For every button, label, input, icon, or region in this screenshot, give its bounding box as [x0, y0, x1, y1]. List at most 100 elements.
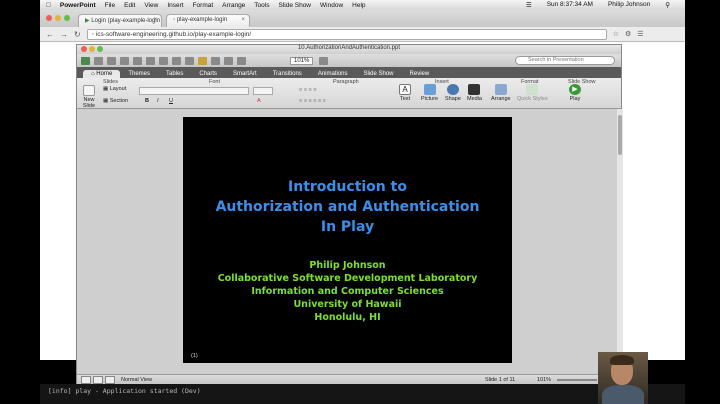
slide-department[interactable]: Information and Computer Sciences	[183, 286, 512, 297]
new-icon[interactable]	[81, 56, 90, 65]
paste-icon[interactable]	[172, 56, 181, 65]
slide-sorter-icon[interactable]	[93, 376, 103, 384]
slide-lab[interactable]: Collaborative Software Development Labor…	[183, 273, 512, 284]
help-icon[interactable]	[319, 56, 329, 65]
slide-city[interactable]: Honolulu, HI	[183, 312, 512, 323]
user-name[interactable]: Philip Johnson	[608, 1, 650, 9]
ppt-minimize-icon[interactable]	[89, 46, 95, 52]
text-button[interactable]: A Text	[399, 84, 411, 102]
terminal-strip: [info] play - Application started (Dev)	[40, 384, 685, 404]
group-label-paragraph: Paragraph	[333, 79, 359, 85]
zoom-select[interactable]: 101%	[290, 56, 314, 65]
font-color-icon[interactable]: A	[257, 98, 261, 104]
menu-app-name[interactable]: PowerPoint	[60, 2, 96, 9]
slide-title-line-2[interactable]: Authorization and Authentication	[183, 199, 512, 215]
open-icon[interactable]	[107, 56, 116, 65]
menu-window[interactable]: Window	[320, 2, 343, 9]
picture-button[interactable]: Picture	[421, 84, 438, 102]
shapes-icon[interactable]	[224, 56, 233, 65]
scrollbar-thumb[interactable]	[618, 115, 622, 155]
layout-button[interactable]: ▦ Layout	[103, 86, 126, 92]
close-tab-icon[interactable]: ×	[241, 17, 245, 23]
ppt-zoom-icon[interactable]	[97, 46, 103, 52]
play-button[interactable]: ▶ Play	[569, 84, 581, 102]
minimize-window-icon[interactable]	[55, 15, 61, 21]
tab-home[interactable]: ⌂ Home	[83, 70, 121, 78]
extension-icon[interactable]: ⚙	[625, 30, 631, 38]
close-tab-icon[interactable]: ×	[153, 17, 157, 23]
menu-file[interactable]: File	[105, 2, 115, 9]
bold-icon[interactable]: B	[145, 98, 149, 104]
menu-format[interactable]: Format	[193, 2, 214, 9]
menu-view[interactable]: View	[144, 2, 158, 9]
copy-icon[interactable]	[159, 56, 168, 65]
print-icon[interactable]	[133, 56, 142, 65]
font-size-select[interactable]	[253, 87, 273, 95]
star-icon[interactable]: ☆	[613, 30, 619, 38]
tab-transitions[interactable]: Transitions	[265, 70, 310, 78]
slide-title-line-1[interactable]: Introduction to	[183, 179, 512, 195]
underline-icon[interactable]: U	[169, 98, 173, 104]
font-name-select[interactable]	[139, 87, 249, 95]
ppt-close-icon[interactable]	[81, 46, 87, 52]
browser-tab-login[interactable]: ▶ Login (play-example-login ×	[78, 14, 162, 27]
format-painter-icon[interactable]	[185, 56, 194, 65]
media-button[interactable]: Media	[467, 84, 482, 102]
slide-university[interactable]: University of Hawaii	[183, 299, 512, 310]
reload-icon[interactable]: ↻	[74, 30, 81, 39]
undo-icon[interactable]	[198, 56, 207, 65]
tab-label: play-example-login	[176, 17, 228, 23]
slideshow-view-icon[interactable]	[105, 376, 115, 384]
menu-help[interactable]: Help	[352, 2, 365, 9]
tab-slide-show[interactable]: Slide Show	[356, 70, 402, 78]
status-zoom[interactable]: 101%	[537, 377, 551, 383]
slide-counter: Slide 1 of 11	[485, 377, 516, 383]
tab-tables[interactable]: Tables	[158, 70, 191, 78]
zoom-slider[interactable]	[557, 379, 597, 381]
menu-insert[interactable]: Insert	[167, 2, 183, 9]
apple-icon[interactable]: 	[46, 2, 51, 9]
view-mode-label: Normal View	[121, 377, 153, 383]
align-icon[interactable]: ≡ ≡ ≡ ≡ ≡ ≡	[299, 98, 326, 104]
zoom-window-icon[interactable]	[64, 15, 70, 21]
tab-themes[interactable]: Themes	[120, 70, 158, 78]
search-input[interactable]: Search in Presentation	[515, 56, 615, 65]
menu-edit[interactable]: Edit	[124, 2, 135, 9]
bullets-icon[interactable]: ≡ ≡ ≡ ≡	[299, 87, 316, 93]
back-icon[interactable]: ←	[46, 30, 54, 39]
slide-number: (1)	[191, 353, 198, 359]
tab-charts[interactable]: Charts	[191, 70, 225, 78]
slide-editing-area[interactable]: Introduction to Authorization and Authen…	[77, 109, 623, 374]
media-browser-icon[interactable]	[237, 56, 246, 65]
arrange-button[interactable]: Arrange	[491, 84, 511, 102]
clock[interactable]: Sun 8:37:34 AM	[547, 1, 593, 9]
close-window-icon[interactable]	[46, 15, 52, 21]
redo-icon[interactable]	[211, 56, 220, 65]
slide-title-line-3[interactable]: In Play	[183, 219, 512, 235]
tab-review[interactable]: Review	[402, 70, 438, 78]
new-slide-button[interactable]: New Slide	[78, 85, 100, 109]
menu-arrange[interactable]: Arrange	[222, 2, 245, 9]
shape-button[interactable]: Shape	[445, 84, 461, 102]
slide-author[interactable]: Philip Johnson	[183, 260, 512, 271]
cut-icon[interactable]	[146, 56, 155, 65]
browser-tab-example[interactable]: ▫ play-example-login ×	[166, 14, 250, 27]
slide-canvas[interactable]: Introduction to Authorization and Authen…	[183, 117, 512, 363]
address-bar[interactable]: ▫ ics-software-engineering.github.io/pla…	[86, 28, 607, 40]
menu-tools[interactable]: Tools	[254, 2, 269, 9]
tab-animations[interactable]: Animations	[310, 70, 356, 78]
section-button[interactable]: ▦ Section	[103, 98, 128, 104]
save-icon[interactable]	[120, 56, 129, 65]
normal-view-icon[interactable]	[81, 376, 91, 384]
wrench-icon[interactable]: ☰	[637, 30, 643, 38]
quick-styles-button[interactable]: Quick Styles	[517, 84, 548, 102]
spotlight-icon[interactable]: ⚲	[665, 1, 670, 9]
menu-slide-show[interactable]: Slide Show	[278, 2, 311, 9]
templates-icon[interactable]	[94, 56, 103, 65]
italic-icon[interactable]: I	[157, 98, 159, 104]
wifi-icon[interactable]: ☰	[526, 1, 532, 9]
forward-icon[interactable]: →	[60, 30, 68, 39]
vertical-scrollbar[interactable]	[617, 109, 623, 374]
powerpoint-window: 10.AuthorizationAndAuthentication.ppt 10…	[76, 44, 623, 385]
tab-smartart[interactable]: SmartArt	[225, 70, 265, 78]
